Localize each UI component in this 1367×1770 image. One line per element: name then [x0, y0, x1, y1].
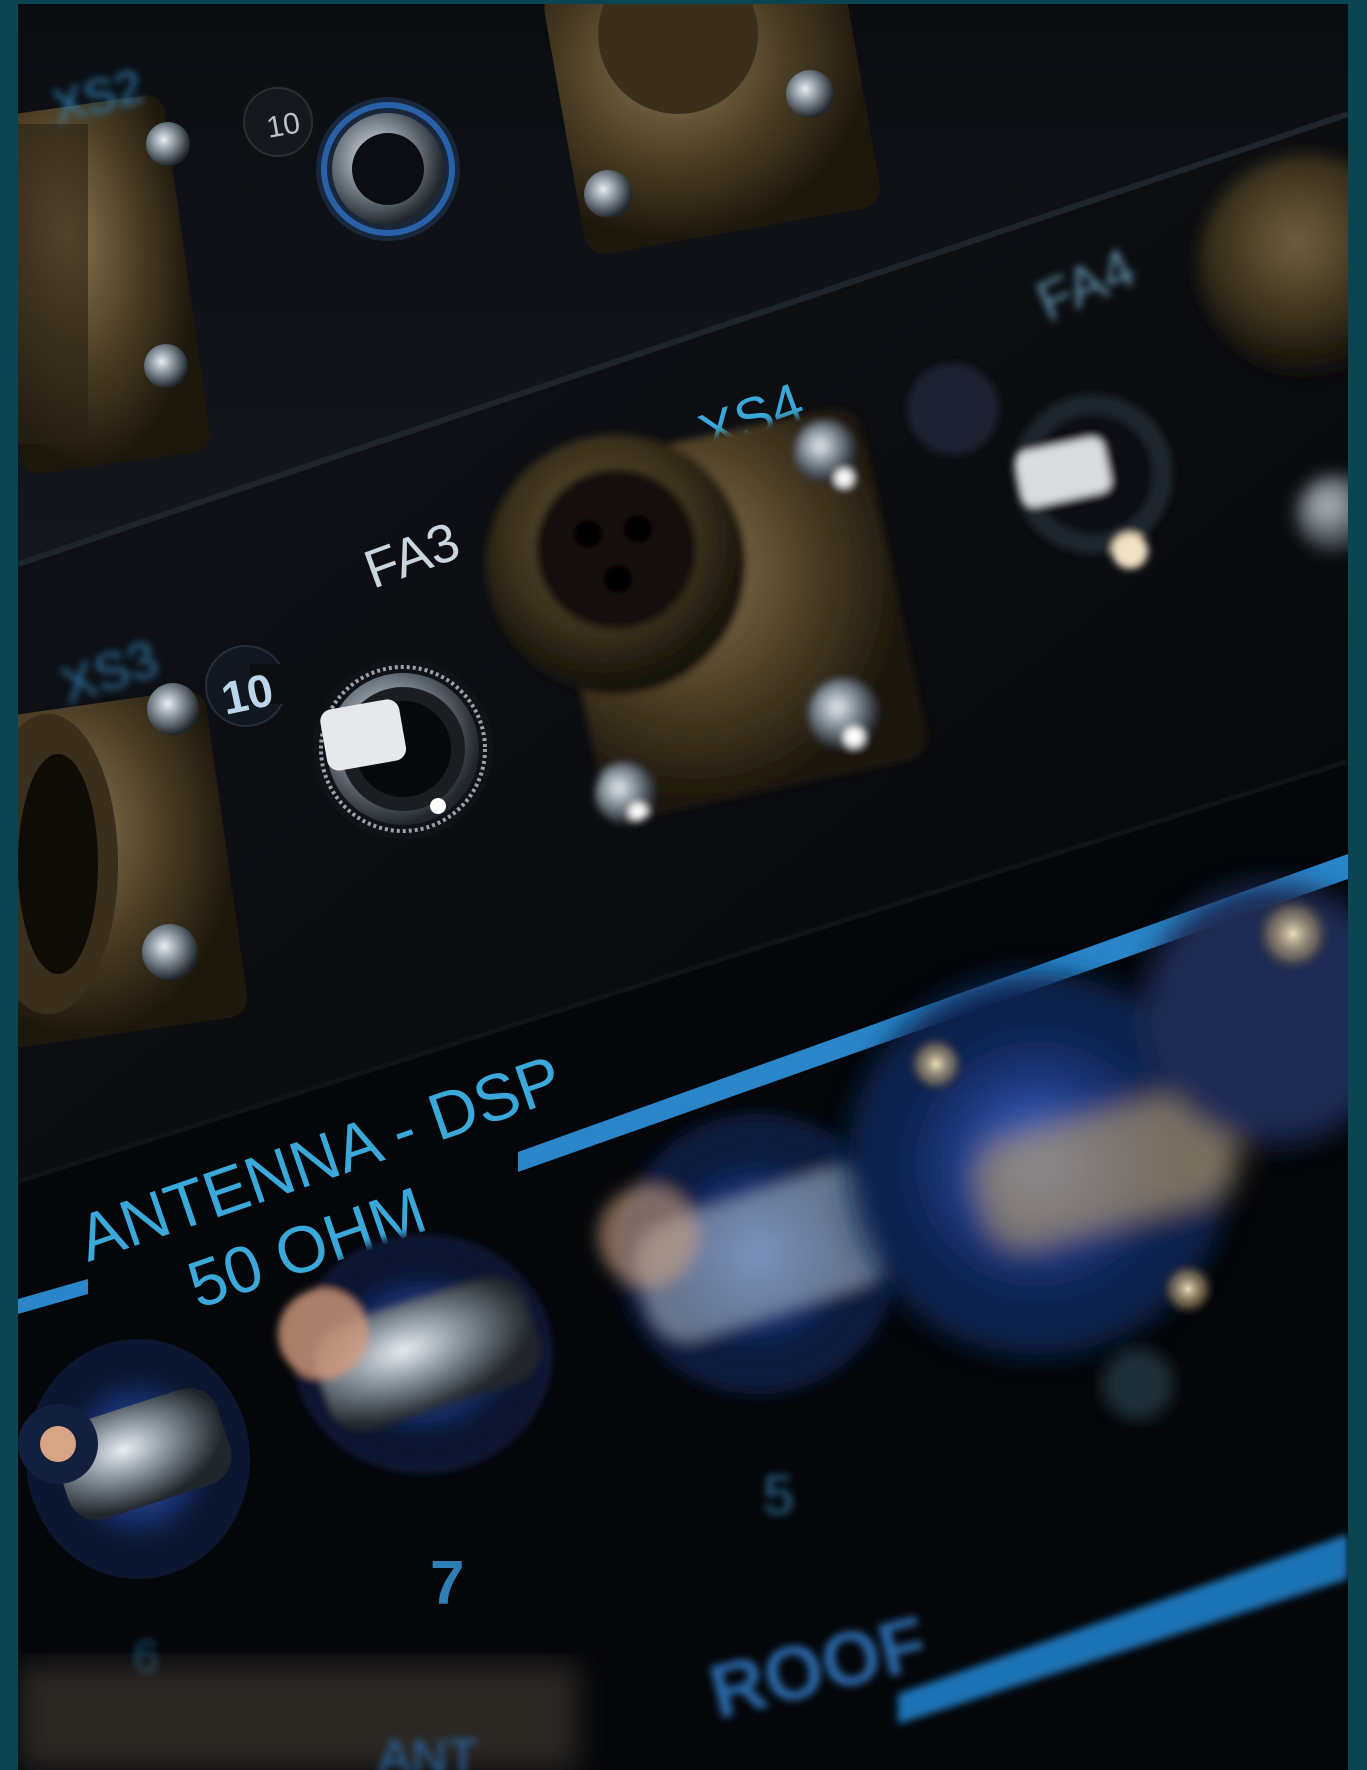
fa3-toggle-switch: [313, 659, 493, 839]
top-toggle-switch: [316, 97, 460, 241]
label-knob-top: 10: [264, 106, 303, 144]
label-number-5: 5: [763, 1463, 794, 1526]
bokeh-light-2: [1160, 1261, 1216, 1317]
equipment-photo: XS2 10 FA4 XS4 FA3 XS3 10 ANTENNA - DSP …: [18, 4, 1348, 1770]
bokeh-dark: [1102, 1348, 1174, 1420]
label-number-7: 7: [430, 1549, 464, 1618]
label-knob-mid: 10: [217, 663, 278, 725]
label-bottom-fragment: ANT: [378, 1729, 478, 1770]
foreground-blur: [18, 1664, 578, 1770]
photo-frame: XS2 10 FA4 XS4 FA3 XS3 10 ANTENNA - DSP …: [18, 4, 1348, 1770]
xs2-connector: [18, 95, 210, 474]
bokeh-light-1: [906, 1034, 966, 1094]
bokeh-light-3: [1253, 894, 1333, 974]
